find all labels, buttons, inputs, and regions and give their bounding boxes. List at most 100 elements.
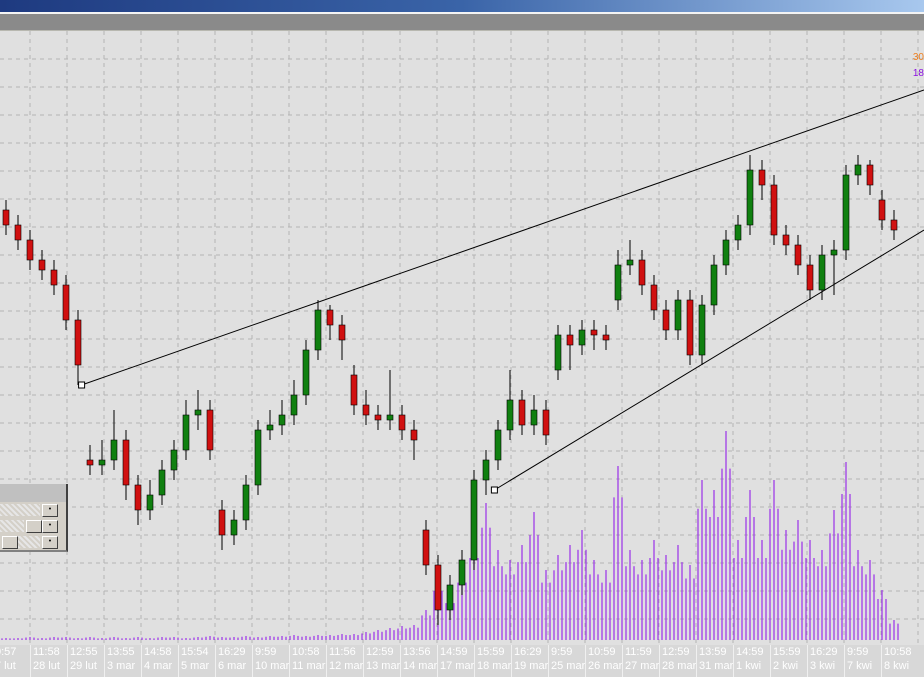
candle — [254, 420, 262, 495]
candle — [686, 290, 694, 365]
candle — [170, 440, 178, 480]
candle-body — [566, 334, 574, 346]
candle — [602, 325, 610, 350]
candle-body — [830, 249, 838, 256]
candle-body — [74, 319, 82, 366]
candle — [410, 420, 418, 460]
candle — [842, 165, 850, 260]
candle — [86, 445, 94, 475]
tick-date: 11 mar — [292, 660, 326, 672]
candle — [38, 250, 46, 280]
trendline-handle[interactable] — [78, 381, 86, 389]
candle — [386, 370, 394, 430]
panel-header — [0, 484, 66, 502]
candle-body — [650, 284, 658, 311]
candle — [542, 400, 550, 445]
candle-body — [278, 414, 286, 426]
candle — [866, 160, 874, 195]
candle — [494, 420, 502, 470]
axis-tick: 10:59 26 mar — [585, 645, 622, 677]
panel-button[interactable]: • — [42, 520, 58, 533]
candle — [446, 575, 454, 620]
panel-field[interactable] — [0, 520, 24, 532]
candle-body — [734, 224, 742, 241]
candle — [290, 380, 298, 425]
candle-body — [254, 429, 262, 486]
tick-time: 10:58 — [292, 646, 320, 658]
tick-time: 12:59 — [662, 646, 690, 658]
candle-body — [302, 349, 310, 396]
axis-tick: 16:29 6 mar — [215, 645, 252, 677]
candle — [458, 550, 466, 595]
candle — [674, 290, 682, 340]
candle-body — [170, 449, 178, 471]
candle-body — [362, 404, 370, 416]
candle-body — [266, 424, 274, 431]
panel-button[interactable]: • — [42, 536, 58, 549]
candle — [206, 400, 214, 460]
candle-body — [146, 494, 154, 511]
candle — [278, 400, 286, 435]
axis-tick: 12:59 28 mar — [659, 645, 696, 677]
tick-time: 12:55 — [70, 646, 98, 658]
candle — [782, 225, 790, 255]
candle-body — [326, 309, 334, 326]
candle-body — [434, 564, 442, 611]
tick-date: 28 mar — [662, 660, 696, 672]
tick-date: 7 lut — [0, 660, 16, 672]
axis-tick: 11:56 12 mar — [326, 645, 363, 677]
panel-button[interactable]: • — [42, 504, 58, 517]
tick-time: 11:56 — [329, 646, 356, 658]
candle — [626, 240, 634, 275]
candle-body — [398, 414, 406, 431]
candle — [434, 555, 442, 625]
trendline-handle[interactable] — [490, 486, 498, 494]
candle-body — [158, 469, 166, 496]
tick-time: 15:59 — [773, 646, 801, 658]
candle-body — [578, 329, 586, 346]
tick-date: 12 mar — [329, 660, 363, 672]
candle-body — [470, 479, 478, 561]
tick-time: 15:54 — [181, 646, 209, 658]
candle-body — [782, 234, 790, 246]
candle — [590, 320, 598, 350]
candle — [734, 215, 742, 250]
candle-body — [218, 509, 226, 536]
candle-body — [14, 224, 22, 241]
candle — [746, 155, 754, 235]
panel-button[interactable] — [2, 536, 18, 549]
tick-time: 16:29 — [810, 646, 838, 658]
candle-body — [770, 184, 778, 236]
candle-body — [842, 174, 850, 251]
tick-date: 28 lut — [33, 660, 60, 672]
panel-field[interactable] — [0, 504, 40, 516]
tick-time: 11:58 — [33, 646, 60, 658]
candle — [110, 410, 118, 470]
candle-body — [230, 519, 238, 536]
axis-tick: 15:59 2 kwi — [770, 645, 807, 677]
candle-body — [806, 264, 814, 291]
tick-time: 15:59 — [477, 646, 505, 658]
tick-date: 17 mar — [440, 660, 474, 672]
candlestick-chart[interactable] — [0, 31, 924, 645]
candle — [710, 255, 718, 315]
axis-tick: 13:56 14 mar — [400, 645, 437, 677]
candle — [2, 200, 10, 235]
candle — [878, 190, 886, 230]
candle-body — [110, 439, 118, 461]
tick-date: 27 mar — [625, 660, 659, 672]
tick-time: 10:59 — [588, 646, 616, 658]
tick-time: 16:29 — [218, 646, 246, 658]
candle — [14, 215, 22, 250]
candle-body — [698, 304, 706, 356]
candle — [74, 310, 82, 385]
candle — [566, 325, 574, 370]
candle — [854, 155, 862, 185]
tick-date: 13 mar — [366, 660, 400, 672]
candle — [794, 235, 802, 275]
panel-field[interactable] — [18, 536, 40, 548]
candle-body — [746, 169, 754, 226]
panel-button[interactable] — [26, 520, 42, 533]
candle — [182, 400, 190, 460]
candle — [314, 300, 322, 360]
